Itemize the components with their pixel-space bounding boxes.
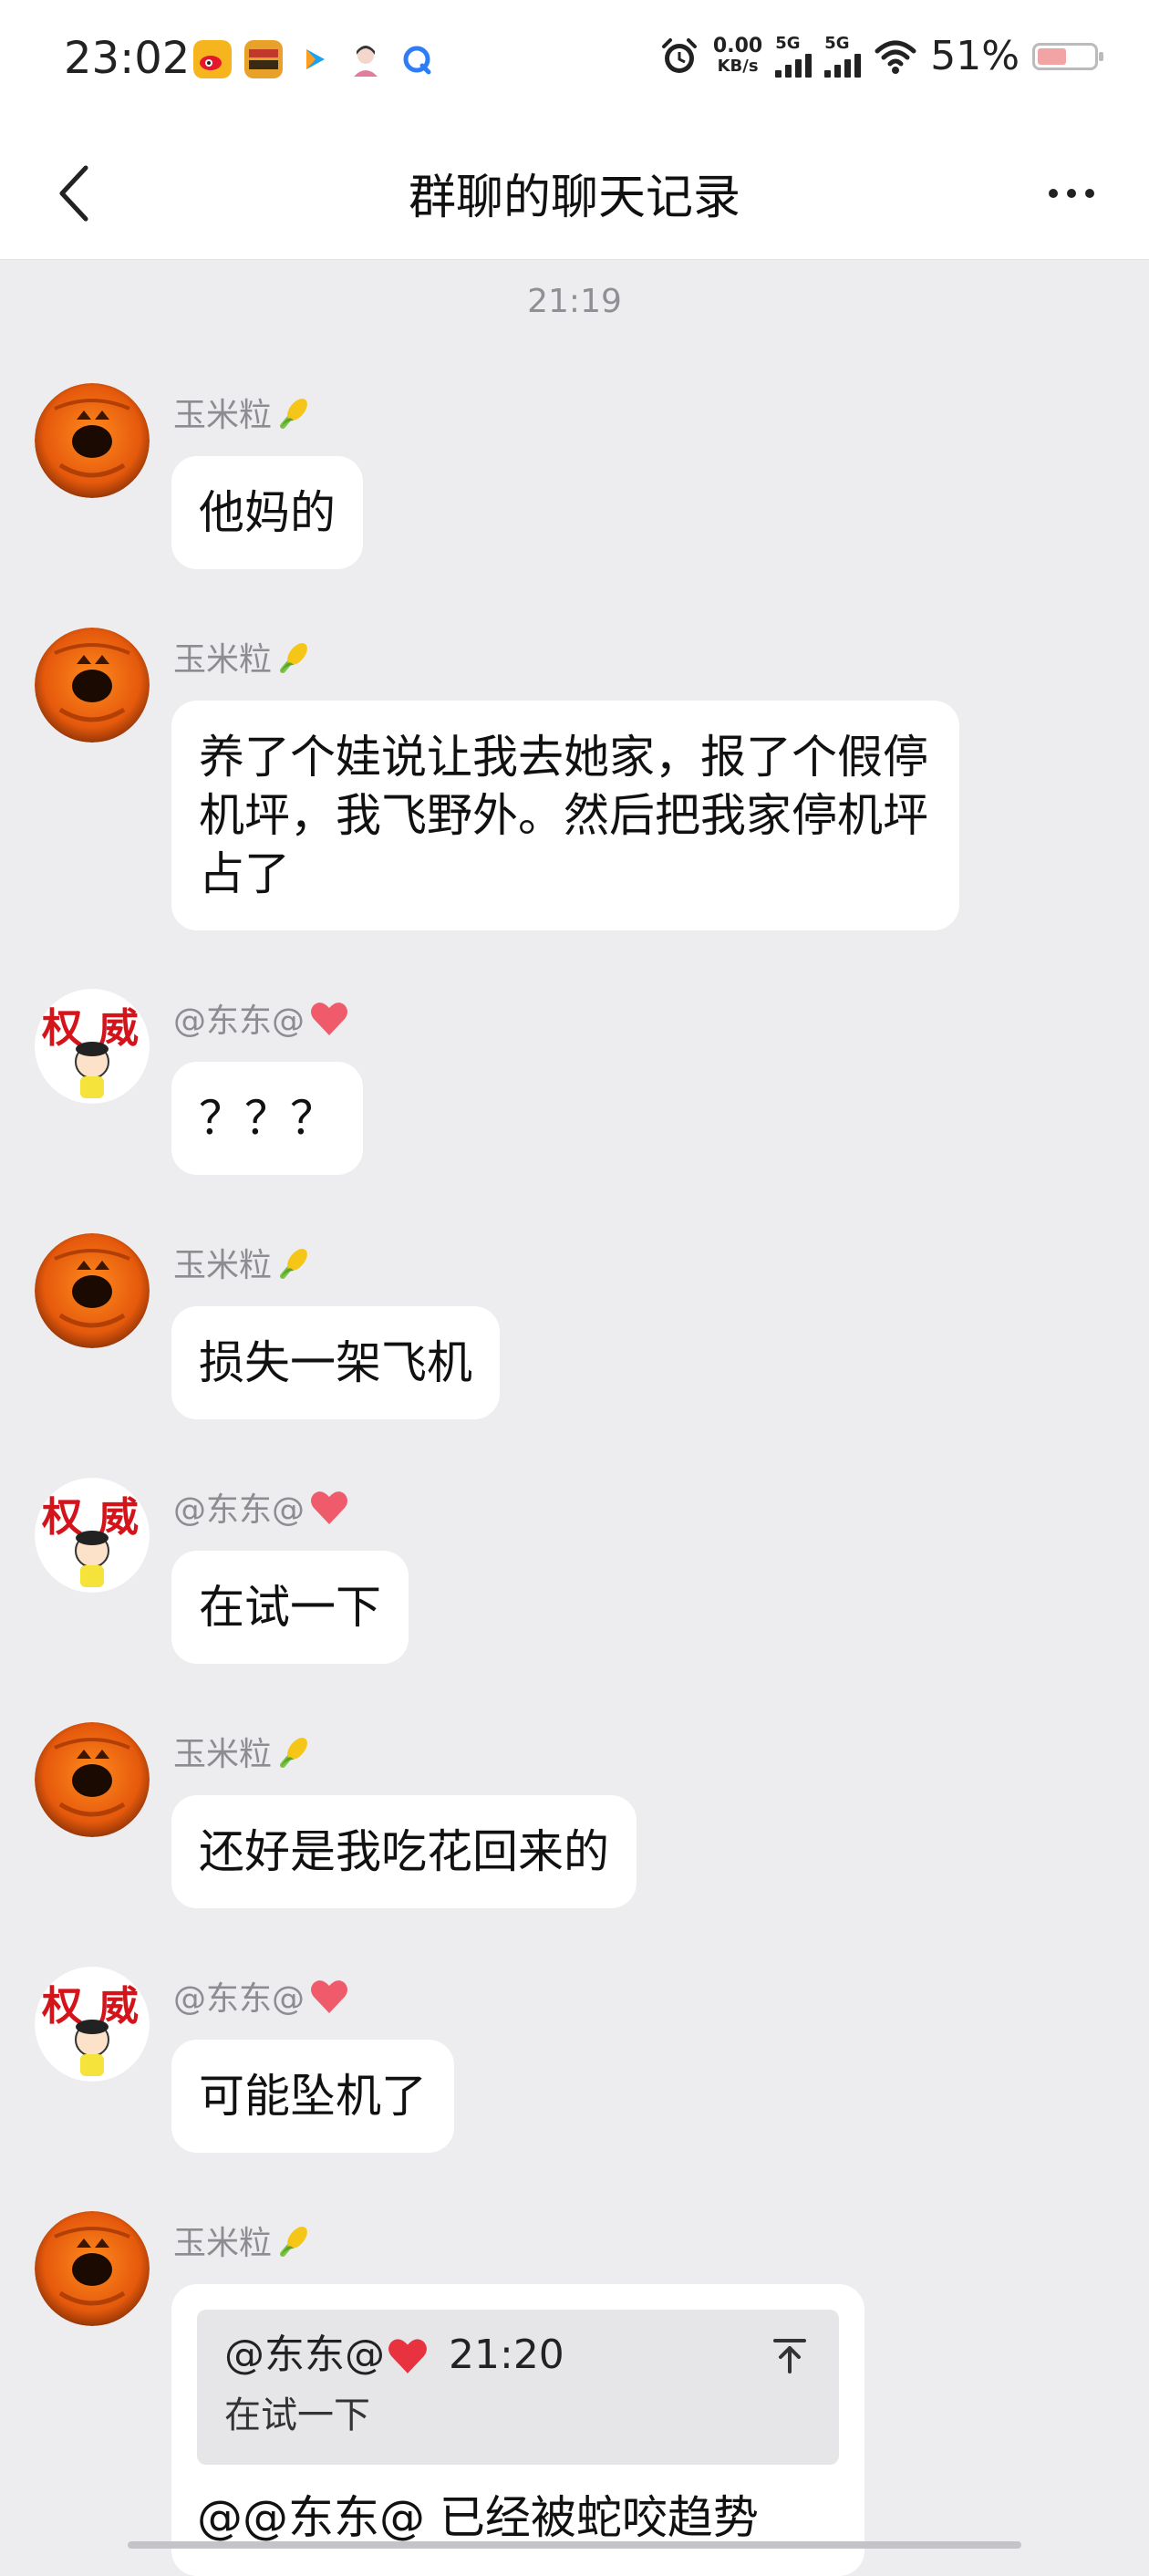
avatar-app-icon [347, 40, 385, 78]
more-options-button[interactable] [1030, 157, 1113, 230]
browser-icon [398, 40, 436, 78]
quote-author-wrap: @东东@ [224, 2330, 430, 2381]
pumpkin-avatar[interactable] [35, 628, 150, 743]
quote-time: 21:20 [449, 2332, 564, 2378]
corn-emoji-icon [280, 399, 307, 429]
sender-name: 玉米粒 [173, 2217, 314, 2264]
heart-icon [311, 1002, 348, 1035]
video-icon [295, 40, 334, 78]
quote-header: @东东@ 21:20 [224, 2330, 812, 2381]
sim2-label: 5G [824, 33, 850, 53]
sender-name: @东东@ [173, 1483, 350, 1531]
status-time: 23:02 [64, 33, 191, 84]
heart-icon [388, 2339, 427, 2373]
crayon-shin-avatar[interactable]: 权威 [35, 989, 150, 1104]
scroll-to-top-icon[interactable] [768, 2333, 812, 2377]
pumpkin-avatar[interactable] [35, 1233, 150, 1348]
sender-name: 玉米粒 [173, 1239, 314, 1286]
corn-emoji-icon [280, 1738, 307, 1768]
sender-name-text: 玉米粒 [173, 2225, 273, 2262]
wifi-icon [875, 40, 916, 74]
quote-author: @东东@ [224, 2332, 385, 2378]
crayon-shin-avatar[interactable]: 权威 [35, 1967, 150, 2082]
crayon-shin-avatar[interactable]: 权威 [35, 1478, 150, 1593]
sender-name: @东东@ [173, 994, 350, 1042]
message-bubble[interactable]: 他妈的 [171, 456, 363, 569]
status-bar: 23:02 0.00 KB/s 5G 5G 51% [0, 0, 1149, 124]
pumpkin-avatar[interactable] [35, 1722, 150, 1837]
sender-name: 玉米粒 [173, 1728, 314, 1775]
heart-icon [311, 1980, 348, 2013]
corn-emoji-icon [280, 2227, 307, 2257]
message-bubble[interactable]: 可能坠机了 [171, 2040, 454, 2153]
quote-text: 在试一下 [224, 2394, 370, 2436]
signal-bars-icon [775, 52, 813, 78]
quoted-message[interactable]: @东东@ 21:20 在试一下 [197, 2310, 839, 2465]
network-speed-unit: KB/s [717, 56, 759, 76]
message-bubble[interactable]: 在试一下 [171, 1551, 409, 1664]
pumpkin-avatar[interactable] [35, 2211, 150, 2326]
signal-sim2: 5G [824, 33, 862, 78]
home-indicator[interactable] [128, 2541, 1021, 2549]
reply-text: @@东东@ 已经被蛇咬趋势 [197, 2491, 759, 2544]
corn-emoji-icon [280, 643, 307, 673]
battery-fill [1038, 47, 1066, 65]
sender-name-text: @东东@ [173, 1980, 305, 2018]
reply-message-bubble[interactable]: @东东@ 21:20 在试一下 @@东东@ 已经被蛇咬趋势 [171, 2284, 864, 2576]
sender-name-text: @东东@ [173, 1002, 305, 1040]
message-bubble[interactable]: ？？？ [171, 1062, 363, 1175]
more-dot-icon [1049, 189, 1058, 198]
pumpkin-avatar[interactable] [35, 383, 150, 498]
message-bubble[interactable]: 还好是我吃花回来的 [171, 1795, 637, 1908]
status-indicators: 0.00 KB/s 5G 5G 51% [658, 33, 1103, 79]
sender-name-text: 玉米粒 [173, 1247, 273, 1284]
svg-text:权: 权 [41, 1005, 82, 1052]
sender-name-text: @东东@ [173, 1491, 305, 1529]
more-dot-icon [1085, 189, 1094, 198]
message-bubble[interactable]: 养了个娃说让我去她家，报了个假停机坪，我飞野外。然后把我家停机坪占了 [171, 701, 959, 930]
sender-name: 玉米粒 [173, 389, 314, 436]
heart-icon [311, 1491, 348, 1524]
more-dot-icon [1067, 189, 1076, 198]
chat-timestamp: 21:19 [527, 283, 622, 320]
sender-name-text: 玉米粒 [173, 641, 273, 679]
sim1-label: 5G [775, 33, 801, 53]
network-speed: 0.00 KB/s [713, 36, 762, 77]
corn-emoji-icon [280, 1249, 307, 1279]
signal-bars-icon [824, 52, 862, 78]
battery-percent: 51% [930, 33, 1020, 79]
zhihu-news-icon [244, 40, 283, 78]
page-title: 群聊的聊天记录 [408, 171, 740, 225]
network-speed-value: 0.00 [712, 34, 763, 57]
sender-name: @东东@ [173, 1972, 350, 2020]
notification-icons [193, 40, 436, 78]
sender-name: 玉米粒 [173, 633, 314, 680]
svg-text:权: 权 [41, 1983, 82, 2030]
svg-text:权: 权 [41, 1494, 82, 1541]
signal-sim1: 5G [775, 33, 813, 78]
battery-icon [1032, 42, 1103, 70]
nav-bar: 群聊的聊天记录 [0, 124, 1149, 260]
alarm-icon [661, 37, 697, 73]
sender-name-text: 玉米粒 [173, 1736, 273, 1773]
weibo-icon [193, 40, 232, 78]
message-bubble[interactable]: 损失一架飞机 [171, 1306, 500, 1419]
sender-name-text: 玉米粒 [173, 397, 273, 434]
